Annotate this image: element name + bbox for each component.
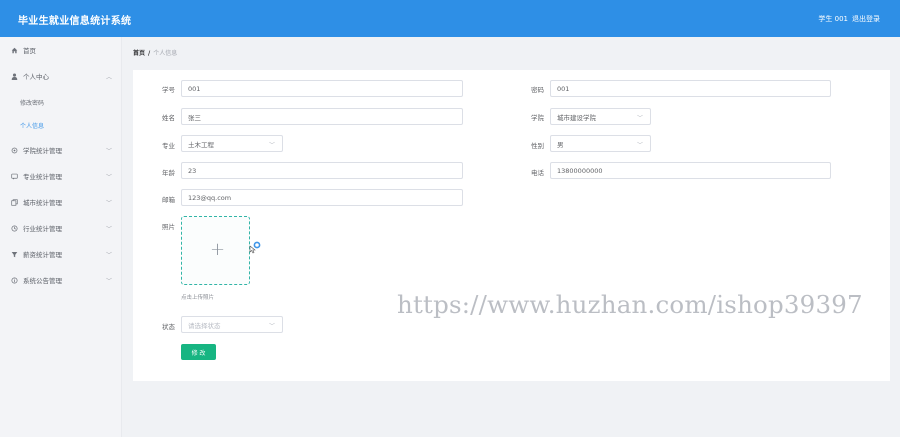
chevron-down-icon: ﹀ xyxy=(268,142,275,149)
student-no-label: 学号 xyxy=(162,86,175,94)
submit-button[interactable]: 修 改 xyxy=(181,344,216,360)
sidebar-subitem-change-password[interactable]: 修改密码 xyxy=(20,98,44,107)
sidebar-item-major-stats[interactable]: 专业统计管理 ﹀ xyxy=(0,168,122,184)
email-field[interactable]: 123@qq.com xyxy=(181,189,463,206)
breadcrumb-home[interactable]: 首页 xyxy=(133,50,145,57)
upload-tip: 点击上传照片 xyxy=(181,295,215,301)
sidebar-item-salary-stats[interactable]: 薪资统计管理 ﹀ xyxy=(0,246,122,262)
chevron-down-icon: ﹀ xyxy=(106,278,113,285)
gender-select[interactable]: 男 ﹀ xyxy=(550,135,651,152)
name-label: 姓名 xyxy=(162,114,175,122)
current-user-label: 学生 001 xyxy=(818,15,848,23)
age-label: 年龄 xyxy=(162,169,175,177)
chevron-down-icon: ﹀ xyxy=(106,148,113,155)
status-placeholder: 请选择状态 xyxy=(188,321,221,330)
age-value: 23 xyxy=(188,166,197,175)
filter-icon xyxy=(11,251,18,258)
cursor-icon xyxy=(248,240,262,256)
breadcrumb-separator: / xyxy=(148,50,151,57)
chevron-down-icon: ﹀ xyxy=(636,115,643,122)
sidebar-item-label: 系统公告管理 xyxy=(23,277,62,285)
college-select[interactable]: 城市建设学院 ﹀ xyxy=(550,108,651,125)
age-field[interactable]: 23 xyxy=(181,162,463,179)
sidebar-item-label: 城市统计管理 xyxy=(23,199,62,207)
status-select[interactable]: 请选择状态 ﹀ xyxy=(181,316,283,333)
sidebar-item-personal-center[interactable]: 个人中心 ︿ xyxy=(0,68,122,84)
major-value: 土木工程 xyxy=(188,140,214,149)
phone-value: 13800000000 xyxy=(557,166,603,175)
chevron-up-icon: ︿ xyxy=(106,74,113,81)
college-value: 城市建设学院 xyxy=(557,113,596,122)
major-select[interactable]: 土木工程 ﹀ xyxy=(181,135,283,152)
gender-label: 性别 xyxy=(531,142,544,150)
password-field[interactable]: 001 xyxy=(550,80,831,97)
plus-icon: + xyxy=(210,239,226,260)
clock-icon xyxy=(11,224,18,232)
phone-field[interactable]: 13800000000 xyxy=(550,162,831,179)
student-no-field[interactable]: 001 xyxy=(181,80,463,97)
sidebar-item-label: 行业统计管理 xyxy=(23,225,62,233)
password-label: 密码 xyxy=(531,86,544,94)
copy-icon xyxy=(11,198,18,206)
sidebar: 首页 个人中心 ︿ 修改密码 个人信息 学院统计管理 ﹀ 专业统计管理 ﹀ 城市… xyxy=(0,37,122,437)
app-title: 毕业生就业信息统计系统 xyxy=(18,16,132,27)
phone-label: 电话 xyxy=(531,169,544,177)
sidebar-item-announcement[interactable]: 系统公告管理 ﹀ xyxy=(0,272,122,288)
home-icon xyxy=(11,47,18,54)
gender-value: 男 xyxy=(557,140,564,149)
status-label: 状态 xyxy=(162,323,175,331)
top-header: 毕业生就业信息统计系统 学生 001 退出登录 xyxy=(0,0,900,37)
name-value: 张三 xyxy=(188,113,201,122)
email-label: 邮箱 xyxy=(162,196,175,204)
sidebar-item-college-stats[interactable]: 学院统计管理 ﹀ xyxy=(0,142,122,158)
student-no-value: 001 xyxy=(188,84,201,93)
sidebar-item-label: 首页 xyxy=(23,47,36,55)
breadcrumb-current: 个人信息 xyxy=(153,50,178,57)
photo-upload-box[interactable]: + xyxy=(181,216,250,285)
sidebar-subitem-personal-info[interactable]: 个人信息 xyxy=(20,121,44,130)
sidebar-item-label: 薪资统计管理 xyxy=(23,251,62,259)
chevron-down-icon: ﹀ xyxy=(106,252,113,259)
info-icon xyxy=(11,276,18,284)
sidebar-item-city-stats[interactable]: 城市统计管理 ﹀ xyxy=(0,194,122,210)
watermark-text: https://www.huzhan.com/ishop39397 xyxy=(397,290,863,319)
breadcrumb: 首页 / 个人信息 xyxy=(133,48,177,57)
settings-icon xyxy=(11,147,18,154)
password-value: 001 xyxy=(557,84,570,93)
user-icon xyxy=(11,73,18,80)
sidebar-item-label: 学院统计管理 xyxy=(23,147,62,155)
major-label: 专业 xyxy=(162,142,175,150)
photo-label: 照片 xyxy=(162,223,175,231)
email-value: 123@qq.com xyxy=(188,193,232,202)
sidebar-item-label: 个人中心 xyxy=(23,73,49,81)
name-field[interactable]: 张三 xyxy=(181,108,463,125)
sidebar-item-industry-stats[interactable]: 行业统计管理 ﹀ xyxy=(0,220,122,236)
chevron-down-icon: ﹀ xyxy=(106,200,113,207)
chevron-down-icon: ﹀ xyxy=(268,323,275,330)
chevron-down-icon: ﹀ xyxy=(636,142,643,149)
college-label: 学院 xyxy=(531,114,544,122)
sidebar-item-home[interactable]: 首页 xyxy=(0,42,122,58)
sidebar-item-label: 专业统计管理 xyxy=(23,173,62,181)
chat-icon xyxy=(11,173,18,180)
logout-link[interactable]: 退出登录 xyxy=(852,14,880,24)
chevron-down-icon: ﹀ xyxy=(106,226,113,233)
chevron-down-icon: ﹀ xyxy=(106,174,113,181)
